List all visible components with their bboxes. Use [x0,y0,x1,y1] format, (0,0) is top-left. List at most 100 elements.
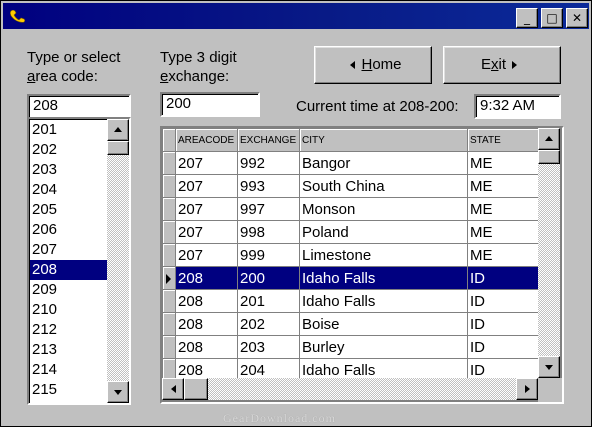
area-code-input[interactable]: 208 [27,94,131,119]
table-row[interactable]: 207 998 Poland ME [162,220,541,244]
grid-vertical-thumb[interactable] [538,150,560,164]
cell-exchange[interactable]: 203 [237,335,300,359]
cell-city[interactable]: Burley [299,335,468,359]
area-code-option[interactable]: 210 [30,300,108,320]
area-code-option[interactable]: 203 [30,160,108,180]
row-indicator[interactable] [162,151,176,175]
row-indicator[interactable] [162,174,176,198]
cell-areacode[interactable]: 207 [175,220,238,244]
cell-exchange[interactable]: 201 [237,289,300,313]
cell-state[interactable]: ME [467,243,541,267]
area-code-option[interactable]: 208 [30,260,108,280]
cell-city[interactable]: Poland [299,220,468,244]
cell-state[interactable]: ME [467,220,541,244]
title-bar[interactable]: _ □ ✕ [3,3,589,29]
row-indicator[interactable] [162,197,176,221]
area-code-option[interactable]: 215 [30,380,108,400]
home-button[interactable]: Home [314,46,432,84]
cell-areacode[interactable]: 207 [175,151,238,175]
table-row[interactable]: 207 997 Monson ME [162,197,541,221]
cell-city[interactable]: Idaho Falls [299,266,468,290]
area-code-option[interactable]: 201 [30,120,108,140]
area-code-option[interactable]: 202 [30,140,108,160]
cell-exchange[interactable]: 993 [237,174,300,198]
table-row[interactable]: 208 201 Idaho Falls ID [162,289,541,313]
cell-state[interactable]: ID [467,335,541,359]
area-code-option[interactable]: 206 [30,220,108,240]
cell-exchange[interactable]: 997 [237,197,300,221]
grid-horizontal-thumb[interactable] [184,378,208,400]
table-row[interactable]: 207 992 Bangor ME [162,151,541,175]
area-code-option[interactable]: 205 [30,200,108,220]
cell-exchange[interactable]: 998 [237,220,300,244]
area-code-option[interactable]: 207 [30,240,108,260]
column-header-exchange[interactable]: EXCHANGE [237,128,300,152]
table-row[interactable]: 208 200 Idaho Falls ID [162,266,541,290]
cell-exchange[interactable]: 999 [237,243,300,267]
cell-state[interactable]: ID [467,289,541,313]
area-code-option[interactable]: 214 [30,360,108,380]
area-code-option[interactable]: 204 [30,180,108,200]
cell-city[interactable]: Bangor [299,151,468,175]
cell-city[interactable]: South China [299,174,468,198]
maximize-button[interactable]: □ [541,8,563,28]
grid-horizontal-scrollbar[interactable] [162,378,538,400]
cell-state[interactable]: ID [467,312,541,336]
cell-exchange[interactable]: 200 [237,266,300,290]
column-header-city[interactable]: CITY [299,128,468,152]
close-icon: ✕ [571,11,583,25]
table-row[interactable]: 207 999 Limestone ME [162,243,541,267]
grid-vertical-scrollbar[interactable] [538,128,560,378]
exit-label-rest: it [498,56,507,73]
column-header-areacode[interactable]: AREACODE [175,128,238,152]
exchange-input[interactable]: 200 [160,92,260,117]
area-code-option[interactable]: 213 [30,340,108,360]
cell-exchange[interactable]: 202 [237,312,300,336]
cell-areacode[interactable]: 208 [175,335,238,359]
cell-areacode[interactable]: 207 [175,197,238,221]
cell-state[interactable]: ME [467,197,541,221]
grid-scroll-up-button[interactable] [538,128,560,150]
cell-areacode[interactable]: 208 [175,289,238,313]
row-indicator[interactable] [162,289,176,313]
cell-areacode[interactable]: 208 [175,312,238,336]
row-indicator[interactable] [162,266,176,290]
cell-state[interactable]: ME [467,151,541,175]
results-grid[interactable]: AREACODE EXCHANGE CITY STATE 207 992 Bango… [160,126,564,404]
cell-areacode[interactable]: 207 [175,243,238,267]
table-row[interactable]: 208 203 Burley ID [162,335,541,359]
table-row[interactable]: 207 993 South China ME [162,174,541,198]
area-code-option[interactable]: 216 [30,400,108,403]
grid-scroll-right-button[interactable] [516,378,538,400]
cell-city[interactable]: Limestone [299,243,468,267]
grid-scroll-left-button[interactable] [162,378,184,400]
cell-areacode[interactable]: 207 [175,174,238,198]
table-row[interactable]: 208 202 Boise ID [162,312,541,336]
cell-state[interactable]: ID [467,266,541,290]
minimize-button[interactable]: _ [516,8,538,28]
area-code-list[interactable]: 201 202 203 204 205 206 207 208 209 210 212 213 214 2… [27,117,131,405]
scroll-thumb[interactable] [107,141,129,155]
cell-areacode[interactable]: 208 [175,266,238,290]
exit-button[interactable]: Exit [443,46,561,84]
cell-city[interactable]: Idaho Falls [299,289,468,313]
cell-city[interactable]: Boise [299,312,468,336]
area-code-option[interactable]: 212 [30,320,108,340]
row-indicator[interactable] [162,312,176,336]
cell-exchange[interactable]: 992 [237,151,300,175]
cell-city[interactable]: Monson [299,197,468,221]
scroll-up-button[interactable] [107,119,129,141]
grid-scroll-down-button[interactable] [538,356,560,378]
up-arrow-icon [545,136,553,141]
row-indicator[interactable] [162,220,176,244]
row-indicator[interactable] [162,243,176,267]
scroll-down-button[interactable] [107,381,129,403]
cell-state[interactable]: ME [467,174,541,198]
close-button[interactable]: ✕ [566,8,588,28]
area-code-option[interactable]: 209 [30,280,108,300]
column-header-state[interactable]: STATE [467,128,541,152]
row-indicator[interactable] [162,335,176,359]
area-code-scrollbar[interactable] [107,119,129,403]
left-arrow-icon [350,61,356,70]
exit-label-start: E [480,56,491,73]
